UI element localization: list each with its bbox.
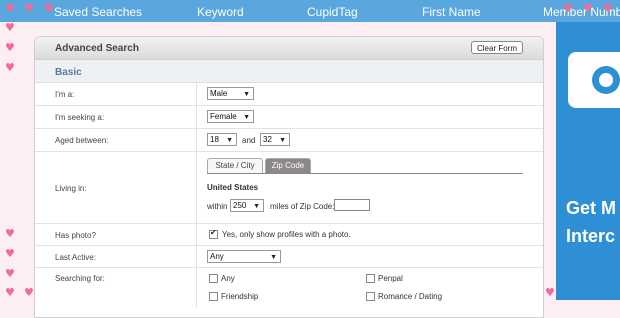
chevron-down-icon: ▼ [243, 91, 250, 98]
row-seeking: I'm seeking a: Female ▼ [35, 106, 543, 129]
row-photo: Has photo? ✔ Yes, only show profiles wit… [35, 224, 543, 246]
heart-icon: ♥ [5, 247, 15, 260]
heart-icon: ♥ [24, 2, 34, 15]
clear-form-button[interactable]: Clear Form [470, 41, 523, 54]
heart-icon: ♥ [5, 2, 15, 15]
country-text: United States [207, 183, 259, 192]
miles-select[interactable]: 250 ▼ [230, 199, 264, 212]
heart-icon: ♥ [5, 61, 15, 74]
heart-icon: ♥ [5, 267, 15, 280]
heart-icon: ♥ [5, 227, 15, 240]
heart-icon: ♥ [24, 286, 34, 299]
section-title: Basic [55, 67, 82, 78]
advertisement-banner[interactable]: Get M Interc [556, 22, 620, 300]
heart-icon: ♥ [563, 2, 573, 15]
tab-keyword[interactable]: Keyword [197, 5, 244, 19]
tab-state-city[interactable]: State / City [207, 158, 263, 173]
gender-label: I'm a: [55, 90, 75, 99]
heart-icon: ♥ [545, 286, 555, 299]
section-basic: Basic [35, 60, 543, 83]
ad-headline-2: Interc [566, 226, 616, 246]
row-searching-for: Searching for: Any Penpal Friendship Rom… [35, 268, 543, 308]
seeking-label: I'm seeking a: [55, 113, 105, 122]
row-last-active: Last Active: Any ▼ [35, 246, 543, 268]
within-text: within [207, 202, 228, 211]
any-checkbox[interactable] [209, 274, 218, 283]
chevron-down-icon: ▼ [270, 254, 277, 261]
row-gender: I'm a: Male ▼ [35, 83, 543, 106]
penpal-option-text: Penpal [378, 274, 403, 283]
last-active-label: Last Active: [55, 253, 96, 262]
seeking-select[interactable]: Female ▼ [207, 110, 254, 123]
row-age: Aged between: 18 ▼ and 32 ▼ [35, 129, 543, 152]
last-active-select[interactable]: Any ▼ [207, 250, 281, 263]
tab-cupidtag[interactable]: CupidTag [307, 5, 358, 19]
heart-icon: ♥ [603, 2, 613, 15]
heart-icon: ♥ [5, 41, 15, 54]
searching-for-label: Searching for: [55, 274, 105, 283]
camera-icon [568, 52, 620, 108]
heart-icon: ♥ [583, 2, 593, 15]
panel-header: Advanced Search Clear Form [35, 37, 543, 60]
chevron-down-icon: ▼ [253, 203, 260, 210]
zip-code-input[interactable] [334, 199, 370, 211]
photo-label: Has photo? [55, 231, 96, 240]
location-label: Living in: [55, 184, 87, 193]
chevron-down-icon: ▼ [226, 137, 233, 144]
chevron-down-icon: ▼ [279, 137, 286, 144]
penpal-checkbox[interactable] [366, 274, 375, 283]
gender-select[interactable]: Male ▼ [207, 87, 254, 100]
age-label: Aged between: [55, 136, 109, 145]
checkmark-icon: ✔ [210, 228, 217, 237]
heart-icon: ♥ [5, 21, 15, 34]
chevron-down-icon: ▼ [243, 114, 250, 121]
top-nav: Saved Searches Keyword CupidTag First Na… [0, 0, 620, 22]
tab-saved-searches[interactable]: Saved Searches [54, 5, 142, 19]
age-and-text: and [242, 136, 256, 145]
heart-icon: ♥ [44, 2, 54, 15]
miles-label: miles of Zip Code: [270, 202, 335, 211]
ad-headline-1: Get M [566, 198, 617, 218]
row-location: Living in: State / City Zip Code United … [35, 152, 543, 224]
photo-checkbox[interactable]: ✔ [209, 228, 218, 239]
advanced-search-panel: Advanced Search Clear Form Basic I'm a: … [34, 36, 544, 318]
panel-title: Advanced Search [55, 43, 139, 54]
any-option-text: Any [221, 274, 235, 283]
photo-option-text: Yes, only show profiles with a photo. [222, 230, 351, 239]
age-max-select[interactable]: 32 ▼ [260, 133, 290, 146]
tab-zip-code[interactable]: Zip Code [265, 158, 311, 173]
age-min-select[interactable]: 18 ▼ [207, 133, 237, 146]
heart-icon: ♥ [5, 286, 15, 299]
tab-first-name[interactable]: First Name [422, 5, 481, 19]
